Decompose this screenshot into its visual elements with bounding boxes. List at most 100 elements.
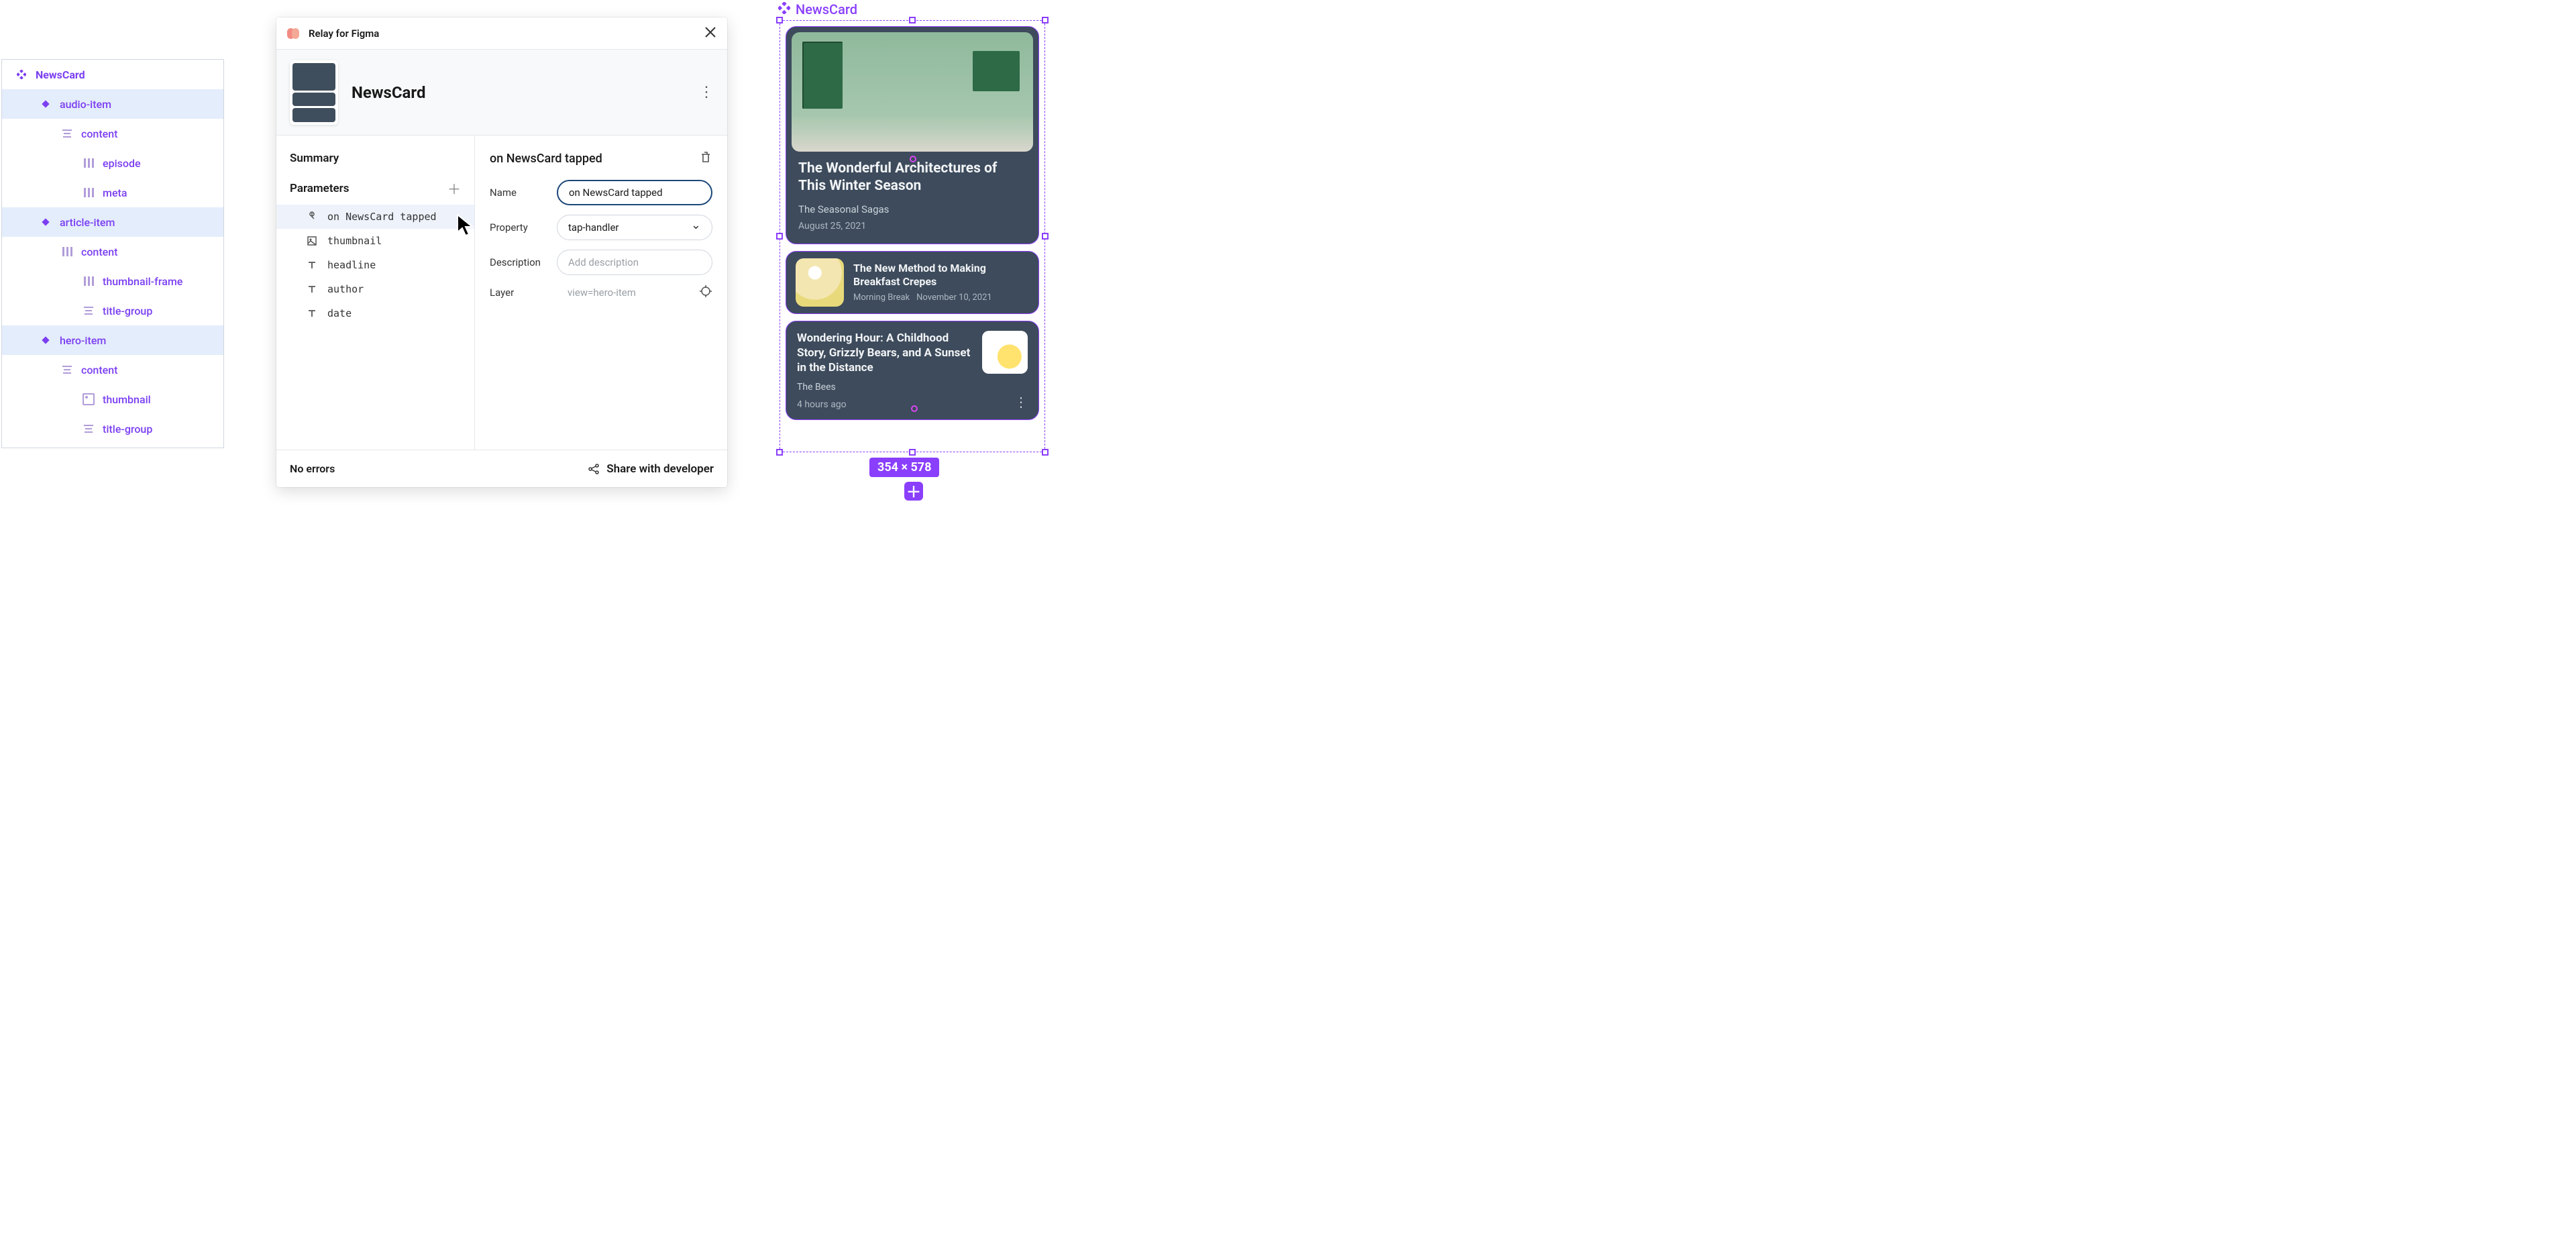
layer-row[interactable]: content bbox=[2, 355, 223, 384]
layer-row[interactable]: meta bbox=[2, 178, 223, 207]
more-icon[interactable]: ⋮ bbox=[699, 84, 714, 101]
audio-title: Wondering Hour: A Childhood Story, Grizz… bbox=[797, 331, 973, 375]
plugin-footer: No errors Share with developer bbox=[276, 450, 727, 487]
layer-icon bbox=[83, 187, 95, 199]
layer-icon bbox=[83, 157, 95, 169]
newscard-component: The Wonderful Architectures of This Wint… bbox=[786, 26, 1039, 446]
layer-icon bbox=[83, 393, 95, 405]
add-parameter-icon[interactable]: ＋ bbox=[447, 178, 461, 198]
plugin-right-pane: on NewsCard tapped Name on NewsCard tapp… bbox=[475, 136, 727, 450]
layer-label: episode bbox=[103, 157, 141, 170]
hero-date: August 25, 2021 bbox=[798, 221, 1026, 231]
layer-row[interactable]: episode bbox=[2, 148, 223, 178]
layer-label: thumbnail-frame bbox=[103, 275, 182, 288]
resize-handle[interactable] bbox=[1042, 449, 1049, 456]
anchor-dot bbox=[910, 156, 916, 162]
plugin-left-pane: Summary Parameters ＋ on NewsCard tapped t… bbox=[276, 136, 475, 450]
component-icon bbox=[778, 1, 790, 17]
resize-handle[interactable] bbox=[1042, 17, 1049, 23]
description-input[interactable]: Add description bbox=[557, 250, 712, 275]
add-variant-button[interactable]: ＋ bbox=[904, 482, 923, 501]
article-item: The New Method to Making Breakfast Crepe… bbox=[786, 251, 1039, 314]
relay-plugin-window: Relay for Figma NewsCard ⋮ Summary Param… bbox=[276, 17, 727, 487]
field-description: Description Add description bbox=[490, 250, 712, 275]
layer-icon bbox=[40, 216, 52, 228]
layer-label: title-group bbox=[103, 305, 152, 317]
more-icon[interactable]: ⋮ bbox=[1014, 394, 1028, 410]
resize-handle[interactable] bbox=[909, 17, 916, 23]
canvas-selection-frame[interactable]: The Wonderful Architectures of This Wint… bbox=[780, 20, 1045, 452]
resize-handle[interactable] bbox=[776, 449, 783, 456]
canvas-component-label[interactable]: NewsCard bbox=[778, 1, 857, 17]
article-date: November 10, 2021 bbox=[916, 293, 992, 303]
component-icon bbox=[15, 68, 28, 81]
relay-logo-icon bbox=[287, 28, 302, 39]
layers-panel: NewsCard audio-item content episode meta art… bbox=[1, 59, 224, 448]
hero-thumbnail bbox=[792, 32, 1033, 152]
resize-handle[interactable] bbox=[776, 17, 783, 23]
layer-row[interactable]: article-item bbox=[2, 207, 223, 237]
audio-thumbnail bbox=[982, 331, 1028, 374]
layer-row[interactable]: thumbnail-frame bbox=[2, 266, 223, 296]
resize-handle[interactable] bbox=[1042, 233, 1049, 240]
parameter-row[interactable]: author bbox=[276, 277, 474, 301]
layer-row[interactable]: hero-item bbox=[2, 325, 223, 355]
field-layer: Layer view=hero-item bbox=[490, 285, 712, 301]
audio-time: 4 hours ago bbox=[797, 399, 973, 410]
parameter-row[interactable]: headline bbox=[276, 253, 474, 277]
plugin-titlebar: Relay for Figma bbox=[276, 17, 727, 50]
delete-icon[interactable] bbox=[699, 150, 712, 166]
hero-item: The Wonderful Architectures of This Wint… bbox=[786, 26, 1039, 244]
layer-icon bbox=[61, 364, 73, 376]
anchor-dot bbox=[911, 405, 918, 412]
property-label: Property bbox=[490, 221, 557, 234]
parameters-heading: Parameters bbox=[290, 182, 350, 195]
audio-author: The Bees bbox=[797, 382, 973, 393]
layer-label: hero-item bbox=[60, 334, 106, 347]
layer-icon bbox=[61, 246, 73, 258]
target-icon[interactable] bbox=[699, 285, 712, 301]
layer-label: content bbox=[81, 127, 117, 140]
parameter-row[interactable]: date bbox=[276, 301, 474, 325]
parameter-type-icon bbox=[306, 259, 318, 271]
property-select[interactable]: tap-handler bbox=[557, 215, 712, 240]
layer-label: article-item bbox=[60, 216, 115, 229]
layer-row[interactable]: content bbox=[2, 237, 223, 266]
layer-row[interactable]: thumbnail bbox=[2, 384, 223, 414]
layer-row[interactable]: audio-item bbox=[2, 89, 223, 119]
parameter-type-icon bbox=[306, 235, 318, 247]
description-label: Description bbox=[490, 256, 557, 268]
parameter-row[interactable]: on NewsCard tapped bbox=[276, 205, 474, 229]
parameter-label: thumbnail bbox=[327, 235, 382, 247]
layer-label: Layer bbox=[490, 287, 557, 299]
errors-status[interactable]: No errors bbox=[290, 462, 335, 475]
layer-row[interactable]: title-group bbox=[2, 414, 223, 444]
hero-subtitle: The Seasonal Sagas bbox=[798, 203, 1026, 215]
component-thumbnail bbox=[290, 60, 338, 125]
canvas-label-text: NewsCard bbox=[796, 1, 857, 17]
layer-label: meta bbox=[103, 187, 127, 199]
layer-icon bbox=[83, 275, 95, 287]
name-input[interactable]: on NewsCard tapped bbox=[557, 180, 712, 205]
layer-label: audio-item bbox=[60, 98, 111, 111]
field-property: Property tap-handler bbox=[490, 215, 712, 240]
layer-label: NewsCard bbox=[36, 68, 85, 81]
parameter-row[interactable]: thumbnail bbox=[276, 229, 474, 253]
layer-label: thumbnail bbox=[103, 393, 151, 406]
article-author: Morning Break bbox=[853, 293, 910, 303]
parameter-type-icon bbox=[306, 283, 318, 295]
parameter-label: headline bbox=[327, 259, 376, 271]
hero-title: The Wonderful Architectures of This Wint… bbox=[798, 160, 1026, 195]
close-icon[interactable] bbox=[704, 26, 716, 41]
resize-handle[interactable] bbox=[776, 233, 783, 240]
parameter-label: date bbox=[327, 307, 352, 319]
layer-row[interactable]: title-group bbox=[2, 296, 223, 325]
summary-heading[interactable]: Summary bbox=[276, 152, 474, 178]
share-button[interactable]: Share with developer bbox=[588, 462, 714, 476]
resize-handle[interactable] bbox=[909, 449, 916, 456]
layer-row[interactable]: content bbox=[2, 119, 223, 148]
parameter-type-icon bbox=[306, 307, 318, 319]
plugin-title: Relay for Figma bbox=[309, 28, 379, 40]
parameter-type-icon bbox=[306, 211, 318, 223]
layer-row-root[interactable]: NewsCard bbox=[2, 60, 223, 89]
